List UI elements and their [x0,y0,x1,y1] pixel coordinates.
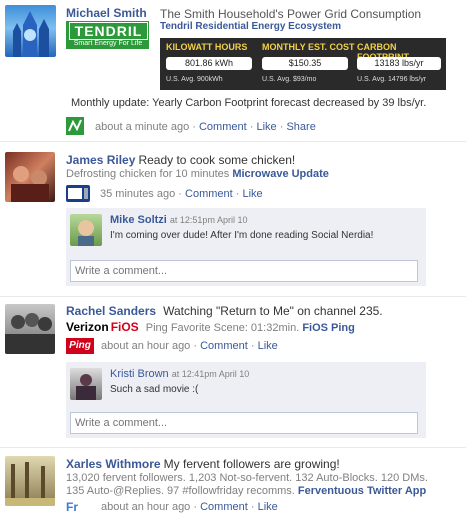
post-author[interactable]: Rachel Sanders [66,304,156,318]
post-time: about an hour ago [101,340,191,352]
post-author[interactable]: Michael Smith [66,6,147,20]
write-comment-input[interactable] [70,412,418,434]
comments-section: Mike Soltzi at 12:51pm April 10 I'm comi… [66,208,426,286]
post-actions: about a minute ago · Comment · Like · Sh… [95,121,316,133]
microwave-icon[interactable] [66,185,90,202]
stat-avg-kwh: U.S. Avg. 900kWh [166,76,223,83]
like-link[interactable]: Like [243,188,263,200]
app-subtitle[interactable]: Tendril Residential Energy Ecosystem [160,21,341,32]
comment-link[interactable]: Comment [199,121,247,133]
post-author[interactable]: Xarles Withmore [66,457,161,471]
status-text: My fervent followers are growing! [163,457,340,471]
write-comment-input[interactable] [70,260,418,282]
post-author[interactable]: James Riley [66,153,135,167]
stat-avg-carbon: U.S. Avg. 14796 lbs/yr [357,76,427,83]
energy-stats-panel: KILOWATT HOURS MONTHLY EST. COST CARBON … [160,38,446,90]
comment-time: at 12:51pm April 10 [169,215,248,225]
comments-section: Kristi Brown at 12:41pm April 10 Such a … [66,362,426,438]
verizon-logo: Verizon [66,320,109,334]
detail-text: Ping Favorite Scene: 01:32min. [145,322,300,334]
app-link[interactable]: Microwave Update [232,168,329,180]
stat-value-kwh: 801.86 kWh [166,57,252,70]
stat-label-cost: MONTHLY EST. COST [262,42,355,52]
comment-time: at 12:41pm April 10 [171,369,250,379]
share-link[interactable]: Share [286,121,315,133]
castle-image [13,11,49,57]
app-link[interactable]: FiOS Ping [302,322,355,334]
comment-link[interactable]: Comment [200,340,248,352]
avatar-mike-soltzi[interactable] [70,214,102,246]
post-divider [0,141,466,142]
post-time: 35 minutes ago [100,188,176,200]
ping-app-icon[interactable]: Ping [66,338,94,354]
post-divider [0,296,466,297]
detail-line-1: 13,020 fervent followers. 1,203 Not-so-f… [66,472,428,484]
ferventuous-app-icon[interactable]: Fr [66,499,92,515]
app-title[interactable]: The Smith Household's Power Grid Consump… [160,7,421,21]
comment-link[interactable]: Comment [185,188,233,200]
tendril-logo: TENDRIL Smart Energy For Life [66,21,149,49]
comment-link[interactable]: Comment [200,501,248,513]
stat-avg-cost: U.S. Avg. $93/mo [262,76,317,83]
tendril-logo-text: TENDRIL [69,22,148,40]
avatar-rachel-sanders[interactable] [5,304,55,354]
like-link[interactable]: Like [256,121,276,133]
post-divider [0,447,466,448]
commenter-name[interactable]: Kristi Brown [110,368,169,380]
avatar-michael-smith[interactable] [5,5,56,57]
detail-text: Defrosting chicken for 10 minutes [66,168,230,180]
stat-value-cost: $150.35 [262,57,348,70]
like-link[interactable]: Like [258,340,278,352]
stat-label-kwh: KILOWATT HOURS [166,42,248,52]
stat-value-carbon: 13183 lbs/yr [357,57,441,70]
tendril-app-icon[interactable] [66,117,84,135]
comment-text: Such a sad movie :( [110,384,199,395]
app-link[interactable]: Ferventuous Twitter App [298,485,426,497]
post-actions: about an hour ago · Comment · Like [101,501,278,513]
post-body: Monthly update: Yearly Carbon Footprint … [71,97,427,109]
like-link[interactable]: Like [258,501,278,513]
ping-label: Ping [69,340,91,351]
post-actions: 35 minutes ago · Comment · Like [100,188,263,200]
post-time: about a minute ago [95,121,190,133]
app-icon-label: Fr [66,500,78,514]
status-text: Ready to cook some chicken! [138,153,296,167]
commenter-name[interactable]: Mike Soltzi [110,214,167,226]
detail-line-2: 135 Auto-@Replies. 97 #followfriday reco… [66,485,295,497]
avatar-xarles-withmore[interactable] [5,456,55,506]
fios-logo: FiOS [110,320,139,334]
avatar-james-riley[interactable] [5,152,55,202]
avatar-kristi-brown[interactable] [70,368,102,400]
post-time: about an hour ago [101,501,191,513]
post-actions: about an hour ago · Comment · Like [101,340,278,352]
comment-text: I'm coming over dude! After I'm done rea… [110,230,374,241]
status-text: Watching "Return to Me" on channel 235. [163,304,383,318]
tendril-tagline: Smart Energy For Life [73,40,143,47]
